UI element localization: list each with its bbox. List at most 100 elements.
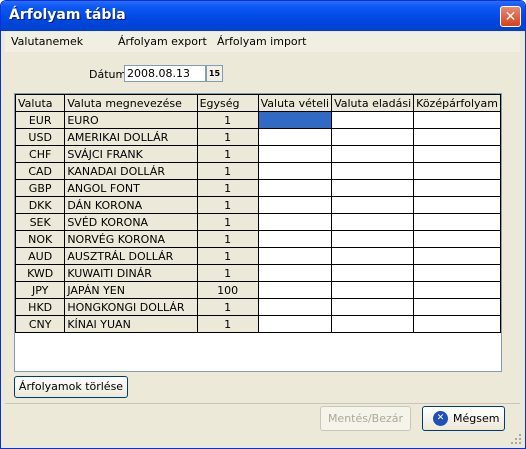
cell-code: USD	[15, 128, 66, 146]
cell-eladasi[interactable]	[331, 145, 415, 163]
table-row: GBP ANGOL FONT 1	[15, 179, 501, 197]
table-row: USD AMERIKAI DOLLÁR 1	[15, 128, 501, 146]
cell-eladasi[interactable]	[331, 281, 415, 299]
cell-name: JAPÁN YEN	[64, 281, 198, 299]
cell-veteli[interactable]	[257, 145, 333, 163]
col-header-veteli[interactable]: Valuta vételi	[257, 94, 333, 112]
dialog-window: Árfolyam tábla ✕ Valutanemek Árfolyam ex…	[0, 0, 526, 449]
cell-code: EUR	[15, 111, 66, 129]
cell-name: NORVÉG KORONA	[64, 230, 198, 248]
cell-unit: 1	[196, 196, 259, 214]
cell-name: SVÁJCI FRANK	[64, 145, 198, 163]
date-field[interactable]: 2008.08.13	[124, 65, 206, 82]
cell-eladasi[interactable]	[331, 315, 415, 333]
cell-unit: 1	[196, 264, 259, 282]
cell-eladasi[interactable]	[331, 128, 415, 146]
close-button[interactable]: ✕	[500, 6, 521, 27]
cell-name: DÁN KORONA	[64, 196, 198, 214]
cell-eladasi[interactable]	[331, 298, 415, 316]
cell-veteli[interactable]	[257, 247, 333, 265]
cell-name: ANGOL FONT	[64, 179, 198, 197]
cell-code: SEK	[15, 213, 66, 231]
cell-kozeparfolyam[interactable]	[413, 196, 501, 214]
menu-item-valutanemek[interactable]: Valutanemek	[11, 35, 83, 48]
cell-veteli[interactable]	[257, 128, 333, 146]
cell-code: GBP	[15, 179, 66, 197]
cell-veteli[interactable]	[257, 213, 333, 231]
cell-eladasi[interactable]	[331, 196, 415, 214]
cell-kozeparfolyam[interactable]	[413, 162, 501, 180]
cell-name: EURO	[64, 111, 198, 129]
exchange-rate-grid[interactable]: Valuta Valuta megnevezése Egység Valuta …	[14, 93, 502, 372]
cell-kozeparfolyam[interactable]	[413, 298, 501, 316]
cell-kozeparfolyam[interactable]	[413, 230, 501, 248]
calendar-button[interactable]: 15	[206, 65, 223, 82]
cell-eladasi[interactable]	[331, 162, 415, 180]
cell-code: CAD	[15, 162, 66, 180]
col-header-megnevezes[interactable]: Valuta megnevezése	[64, 94, 198, 112]
cell-kozeparfolyam[interactable]	[413, 247, 501, 265]
cell-veteli[interactable]	[257, 196, 333, 214]
cell-eladasi[interactable]	[331, 247, 415, 265]
menu-bar: Valutanemek Árfolyam export Árfolyam imp…	[5, 32, 520, 52]
table-row: DKK DÁN KORONA 1	[15, 196, 501, 214]
cell-veteli[interactable]	[257, 264, 333, 282]
cell-veteli-selected[interactable]	[257, 111, 333, 129]
title-bar[interactable]: Árfolyam tábla ✕	[1, 1, 525, 31]
table-row: KWD KUWAITI DINÁR 1	[15, 264, 501, 282]
header-row: Valuta Valuta megnevezése Egység Valuta …	[15, 94, 501, 112]
table-row: CNY KÍNAI YUAN 1	[15, 315, 501, 333]
main-panel: Dátum: 2008.08.13 15 Valuta Valuta megne…	[5, 52, 520, 401]
window-title: Árfolyam tábla	[9, 7, 126, 23]
table-row: AUD AUSZTRÁL DOLLÁR 1	[15, 247, 501, 265]
col-header-egyseg[interactable]: Egység	[196, 94, 259, 112]
cell-name: AUSZTRÁL DOLLÁR	[64, 247, 198, 265]
table-row: CHF SVÁJCI FRANK 1	[15, 145, 501, 163]
cell-unit: 1	[196, 162, 259, 180]
cancel-button[interactable]: ✕ Mégsem	[422, 406, 505, 431]
cell-eladasi[interactable]	[331, 213, 415, 231]
cell-unit: 1	[196, 179, 259, 197]
cell-veteli[interactable]	[257, 315, 333, 333]
menu-item-arfolyam-import[interactable]: Árfolyam import	[217, 35, 307, 48]
cell-code: DKK	[15, 196, 66, 214]
save-close-button[interactable]: Mentés/Bezár	[320, 406, 411, 431]
cell-kozeparfolyam[interactable]	[413, 213, 501, 231]
cell-kozeparfolyam[interactable]	[413, 145, 501, 163]
col-header-kozeparfolyam[interactable]: Középárfolyam	[413, 94, 501, 112]
cell-name: KANADAI DOLLÁR	[64, 162, 198, 180]
cell-veteli[interactable]	[257, 162, 333, 180]
close-icon: ✕	[504, 9, 517, 25]
col-header-eladasi[interactable]: Valuta eladási	[331, 94, 415, 112]
table-row: JPY JAPÁN YEN 100	[15, 281, 501, 299]
cell-name: KÍNAI YUAN	[64, 315, 198, 333]
clear-rates-button[interactable]: Árfolyamok törlése	[14, 376, 128, 398]
cell-code: CNY	[15, 315, 66, 333]
cell-kozeparfolyam[interactable]	[413, 128, 501, 146]
cell-eladasi[interactable]	[331, 264, 415, 282]
cell-kozeparfolyam[interactable]	[413, 179, 501, 197]
col-header-valuta[interactable]: Valuta	[15, 94, 66, 112]
table-row: HKD HONGKONGI DOLLÁR 1	[15, 298, 501, 316]
cell-veteli[interactable]	[257, 230, 333, 248]
cell-veteli[interactable]	[257, 281, 333, 299]
cell-eladasi[interactable]	[331, 230, 415, 248]
table-row: CAD KANADAI DOLLÁR 1	[15, 162, 501, 180]
cell-eladasi[interactable]	[331, 179, 415, 197]
cell-veteli[interactable]	[257, 298, 333, 316]
cell-unit: 1	[196, 145, 259, 163]
cell-kozeparfolyam[interactable]	[413, 315, 501, 333]
cell-kozeparfolyam[interactable]	[413, 281, 501, 299]
resize-grip-icon[interactable]	[510, 433, 522, 445]
footer-divider	[5, 403, 520, 404]
cell-kozeparfolyam[interactable]	[413, 111, 501, 129]
cancel-label: Mégsem	[453, 412, 500, 425]
menu-item-arfolyam-export[interactable]: Árfolyam export	[118, 35, 207, 48]
table-row: EUR EURO 1	[15, 111, 501, 129]
cell-kozeparfolyam[interactable]	[413, 264, 501, 282]
table-row: NOK NORVÉG KORONA 1	[15, 230, 501, 248]
cell-veteli[interactable]	[257, 179, 333, 197]
cell-eladasi[interactable]	[331, 111, 415, 129]
cancel-icon: ✕	[433, 411, 448, 426]
cell-unit: 1	[196, 298, 259, 316]
